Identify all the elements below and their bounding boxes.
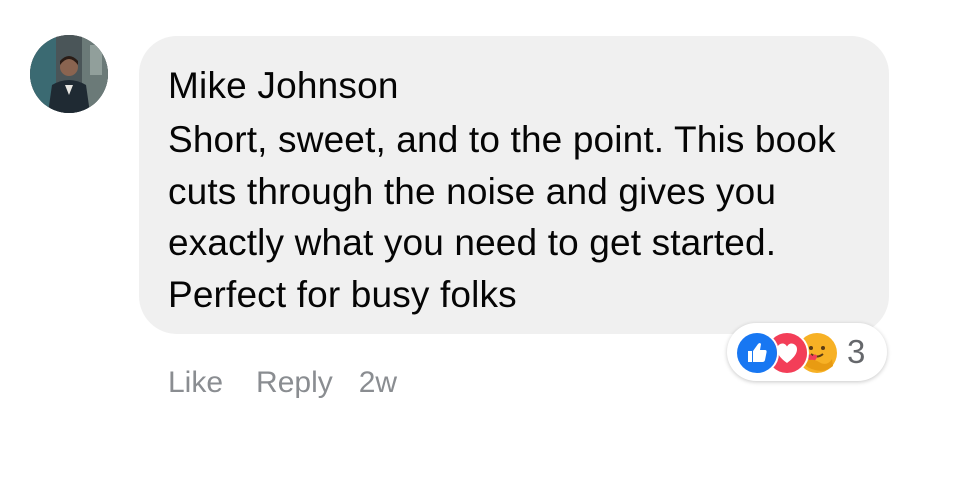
comment-author-name[interactable]: Mike Johnson — [168, 64, 859, 108]
reactions-summary[interactable]: 3 — [727, 323, 887, 381]
avatar[interactable] — [30, 35, 108, 113]
like-reaction-icon — [735, 331, 779, 375]
comment-timestamp[interactable]: 2w — [359, 366, 397, 400]
comment-bubble: Mike Johnson Short, sweet, and to the po… — [139, 36, 889, 334]
comment-text: Short, sweet, and to the point. This boo… — [168, 119, 836, 315]
profile-photo-icon — [30, 35, 108, 113]
reaction-count: 3 — [847, 333, 866, 370]
reply-button[interactable]: Reply — [256, 366, 333, 400]
comment-actions: Like Reply 2w — [168, 363, 397, 403]
like-button[interactable]: Like — [168, 366, 223, 400]
